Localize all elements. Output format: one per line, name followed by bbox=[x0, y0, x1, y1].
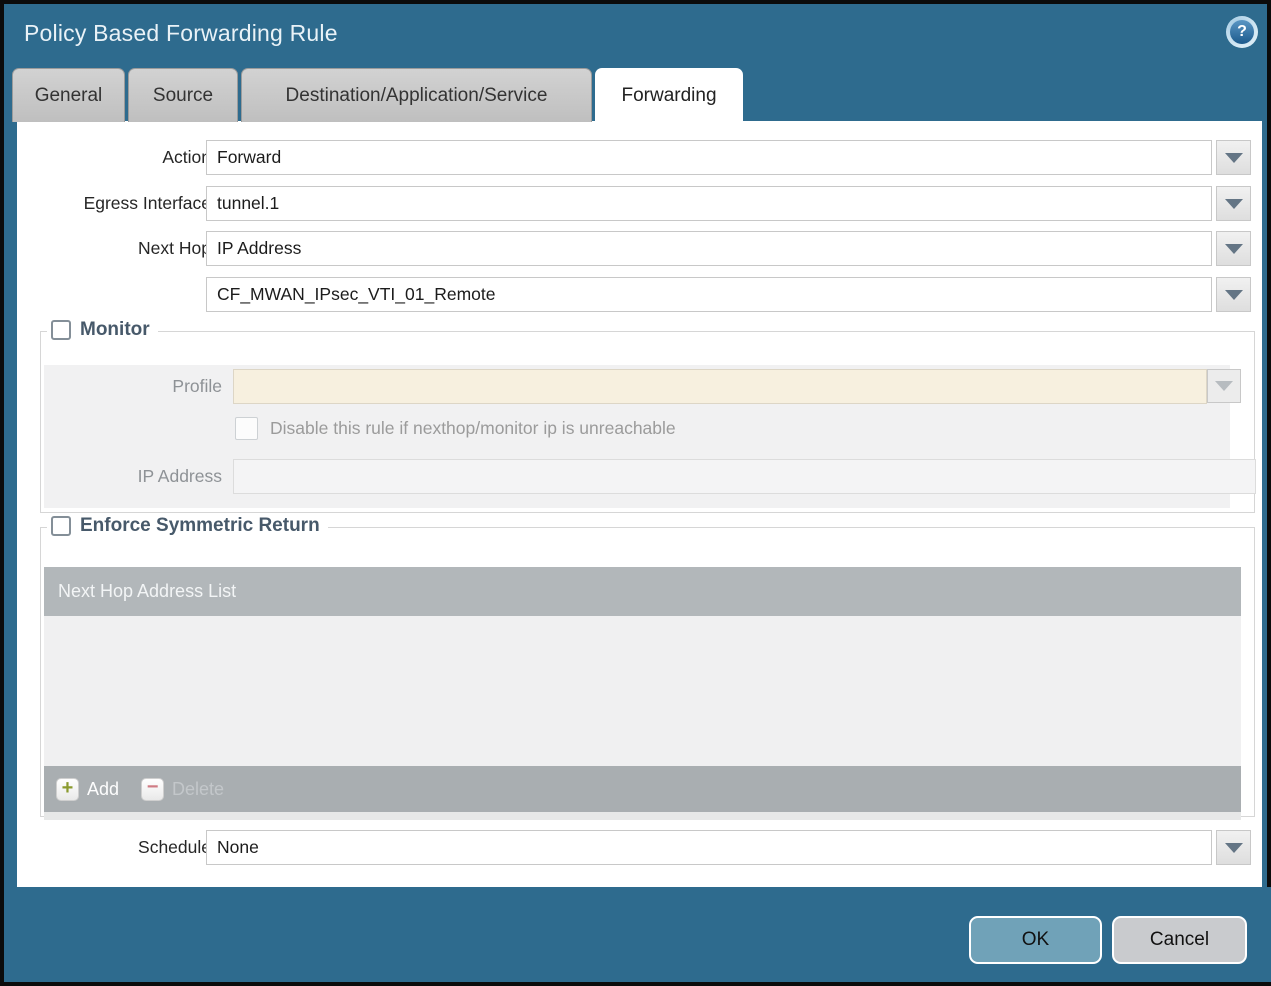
chevron-down-icon bbox=[1215, 381, 1233, 391]
egress-interface-row: Egress Interface bbox=[17, 186, 1262, 221]
disable-rule-label: Disable this rule if nexthop/monitor ip … bbox=[270, 418, 676, 438]
schedule-select[interactable] bbox=[206, 830, 1212, 865]
tab-destination-application-service[interactable]: Destination/Application/Service bbox=[241, 68, 592, 122]
pbf-rule-dialog: Policy Based Forwarding Rule ? General S… bbox=[0, 0, 1271, 986]
tab-forwarding[interactable]: Forwarding bbox=[595, 68, 743, 123]
action-label: Action bbox=[162, 147, 211, 167]
next-hop-address-list-toolbar: + Add − Delete bbox=[44, 766, 1241, 812]
minus-icon: − bbox=[141, 777, 165, 801]
action-dropdown-button[interactable] bbox=[1216, 140, 1251, 175]
next-hop-address-list-header-label: Next Hop Address List bbox=[58, 581, 237, 601]
help-icon[interactable]: ? bbox=[1226, 16, 1258, 48]
tab-source[interactable]: Source bbox=[128, 68, 238, 122]
schedule-label: Schedule bbox=[138, 837, 211, 857]
next-hop-label: Next Hop bbox=[138, 238, 211, 258]
chevron-down-icon bbox=[1224, 289, 1243, 300]
disable-rule-checkbox bbox=[235, 417, 258, 440]
add-button[interactable]: + Add bbox=[56, 777, 120, 801]
chevron-down-icon bbox=[1224, 243, 1243, 254]
monitor-checkbox[interactable] bbox=[51, 320, 71, 340]
enforce-symmetric-return-checkbox[interactable] bbox=[51, 516, 71, 536]
profile-select bbox=[233, 369, 1207, 404]
chevron-down-icon bbox=[1224, 198, 1243, 209]
add-button-label: Add bbox=[87, 778, 120, 799]
tab-general[interactable]: General bbox=[12, 68, 125, 122]
tab-destination-label: Destination/Application/Service bbox=[285, 84, 548, 106]
enforce-symmetric-return-section: Enforce Symmetric Return Next Hop Addres… bbox=[40, 515, 1255, 820]
tab-general-label: General bbox=[34, 84, 103, 106]
monitor-ip-address-input bbox=[233, 459, 1256, 494]
next-hop-address-list-table: Next Hop Address List + Add − Delete bbox=[44, 567, 1241, 820]
next-hop-address-row bbox=[17, 277, 1262, 312]
delete-button-label: Delete bbox=[172, 778, 225, 799]
next-hop-address-dropdown-button[interactable] bbox=[1216, 277, 1251, 312]
plus-icon: + bbox=[56, 777, 79, 801]
dialog-frame: Policy Based Forwarding Rule ? General S… bbox=[4, 4, 1271, 982]
schedule-row: Schedule bbox=[17, 830, 1262, 865]
monitor-ip-address-label: IP Address bbox=[137, 466, 222, 486]
next-hop-type-select[interactable] bbox=[206, 231, 1212, 266]
egress-interface-label: Egress Interface bbox=[83, 193, 211, 213]
monitor-section: Monitor Profile Disable this rule if nex… bbox=[40, 319, 1256, 513]
next-hop-type-dropdown-button[interactable] bbox=[1216, 231, 1251, 266]
profile-label: Profile bbox=[172, 376, 222, 396]
dialog-footer: OK Cancel bbox=[8, 887, 1271, 982]
action-select[interactable] bbox=[206, 140, 1212, 175]
schedule-dropdown-button[interactable] bbox=[1216, 830, 1251, 865]
next-hop-address-list-body[interactable] bbox=[44, 616, 1241, 766]
tab-source-label: Source bbox=[152, 84, 214, 106]
ok-button[interactable]: OK bbox=[969, 916, 1102, 964]
enforce-symmetric-return-label: Enforce Symmetric Return bbox=[80, 515, 320, 536]
cancel-button[interactable]: Cancel bbox=[1112, 916, 1247, 964]
next-hop-address-list-header: Next Hop Address List bbox=[44, 567, 1241, 616]
table-bottom-strip bbox=[44, 812, 1241, 820]
chevron-down-icon bbox=[1224, 842, 1243, 853]
monitor-legend: Monitor bbox=[47, 319, 158, 341]
next-hop-row: Next Hop bbox=[17, 231, 1262, 266]
enforce-symmetric-return-legend: Enforce Symmetric Return bbox=[47, 515, 328, 537]
egress-interface-dropdown-button[interactable] bbox=[1216, 186, 1251, 221]
profile-dropdown-button bbox=[1207, 369, 1241, 403]
delete-button: − Delete bbox=[141, 777, 225, 801]
tab-panel-forwarding: Action Egress Interface Next Hop bbox=[17, 121, 1262, 887]
dialog-title: Policy Based Forwarding Rule bbox=[24, 20, 338, 46]
next-hop-address-select[interactable] bbox=[206, 277, 1212, 312]
action-row: Action bbox=[17, 140, 1262, 175]
monitor-label: Monitor bbox=[80, 319, 150, 340]
tab-forwarding-label: Forwarding bbox=[621, 85, 717, 106]
question-mark-glyph: ? bbox=[1230, 20, 1254, 44]
egress-interface-select[interactable] bbox=[206, 186, 1212, 221]
chevron-down-icon bbox=[1224, 152, 1243, 163]
monitor-panel: Profile Disable this rule if nexthop/mon… bbox=[44, 365, 1256, 508]
